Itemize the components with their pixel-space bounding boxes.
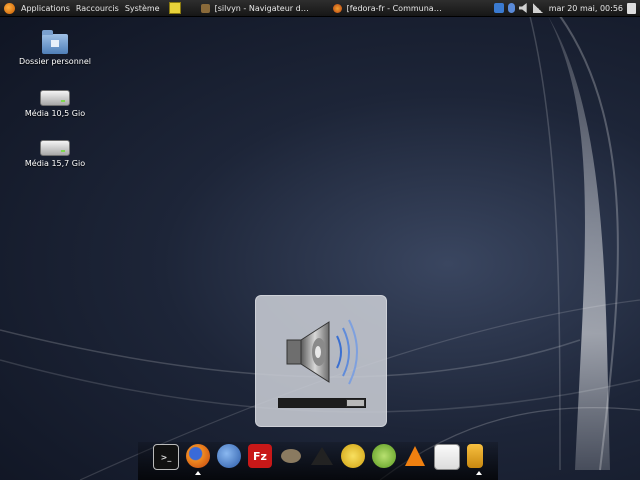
- folder-icon: [200, 3, 210, 13]
- volume-osd: [255, 295, 387, 427]
- taskbar-button-firefox[interactable]: [fedora-fr - Communa…: [329, 1, 455, 15]
- drive-icon: [40, 90, 70, 106]
- terminal-icon[interactable]: >_: [153, 444, 179, 470]
- thunderbird-icon[interactable]: [217, 444, 241, 468]
- volume-level-remainder: [347, 400, 364, 406]
- gimp-icon[interactable]: [279, 444, 303, 468]
- desktop-icon-media-2[interactable]: Média 15,7 Gio: [15, 140, 95, 168]
- taskbar-button-file-browser[interactable]: [silvyn - Navigateur d…: [197, 1, 323, 15]
- notes-icon[interactable]: [467, 444, 483, 475]
- clock[interactable]: mar 20 mai, 00:56: [545, 4, 627, 13]
- system-tray: mar 20 mai, 00:56: [492, 2, 640, 14]
- gnome-foot-icon[interactable]: [4, 2, 15, 14]
- text-editor-icon[interactable]: [434, 444, 460, 470]
- desktop-icon-media-1[interactable]: Média 10,5 Gio: [15, 90, 95, 118]
- dock: >_ Fz: [138, 442, 498, 480]
- updates-icon[interactable]: [493, 3, 504, 13]
- inkscape-icon[interactable]: [310, 444, 334, 468]
- desktop-icon-home[interactable]: Dossier personnel: [15, 30, 95, 66]
- power-icon[interactable]: [627, 2, 636, 14]
- desktop-icon-label: Média 10,5 Gio: [24, 109, 86, 118]
- task-label: [fedora-fr - Communa…: [346, 3, 442, 13]
- task-label: [silvyn - Navigateur d…: [214, 3, 309, 13]
- volume-icon[interactable]: [518, 3, 527, 13]
- notes-launcher-icon[interactable]: [168, 2, 181, 14]
- bluetooth-icon[interactable]: [507, 3, 515, 13]
- dreamweaver-icon[interactable]: [372, 444, 396, 468]
- desktop-icon-label: Média 15,7 Gio: [24, 159, 86, 168]
- network-signal-icon[interactable]: [532, 3, 543, 13]
- firefox-icon[interactable]: [186, 444, 210, 475]
- desktop-icon-label: Dossier personnel: [18, 57, 91, 66]
- firefox-icon: [332, 3, 342, 13]
- menu-applications[interactable]: Applications: [18, 0, 73, 16]
- music-player-icon[interactable]: [341, 444, 365, 468]
- top-panel: Applications Raccourcis Système [silvyn …: [0, 0, 640, 17]
- volume-level-fill: [279, 399, 346, 407]
- volume-level-bar: [278, 398, 366, 408]
- menu-systeme[interactable]: Système: [122, 0, 163, 16]
- home-folder-icon: [42, 30, 68, 54]
- drive-icon: [40, 140, 70, 156]
- vlc-icon[interactable]: [403, 444, 427, 468]
- filezilla-icon[interactable]: Fz: [248, 444, 272, 468]
- menu-raccourcis[interactable]: Raccourcis: [73, 0, 122, 16]
- speaker-icon: [286, 319, 358, 385]
